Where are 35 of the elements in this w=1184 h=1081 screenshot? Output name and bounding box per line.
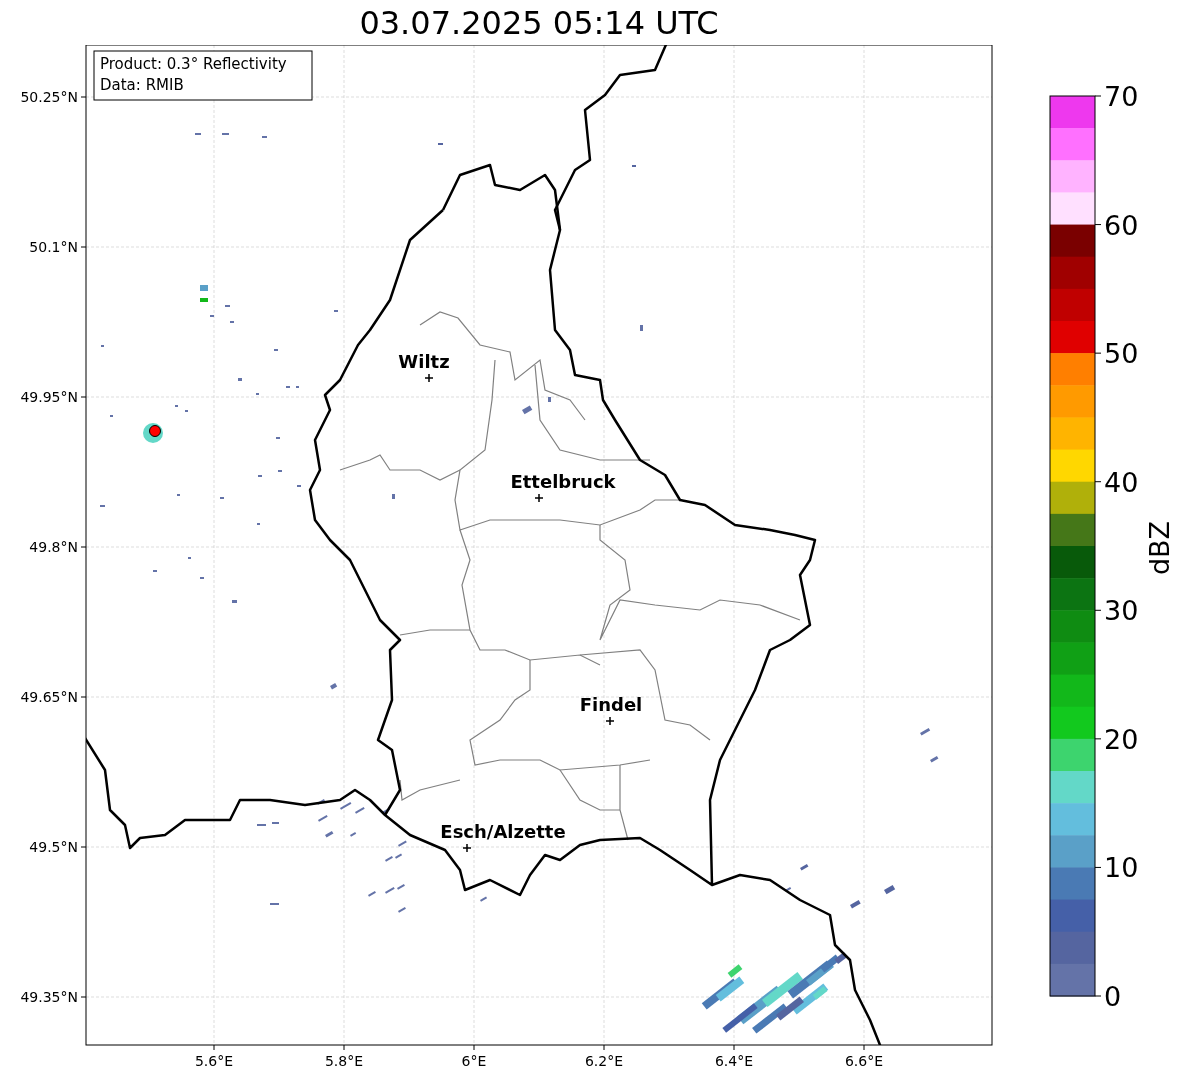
colorbar-tick-label: 50 [1104,338,1139,370]
tick-label: 6.4°E [714,1053,754,1069]
tick-label: 49.8°N [29,539,78,555]
colorbar-label: dBZ [1144,520,1175,576]
city-marker [424,373,434,383]
tick-label: 6.6°E [844,1053,884,1069]
colorbar-tick-label: 10 [1104,852,1139,884]
city-label: Esch/Alzette [440,821,566,842]
radar-site-marker [149,425,161,437]
info-text: Data: RMIB [100,76,184,94]
info-text: Product: 0.3° Reflectivity [100,55,287,73]
tick-label: 5.6°E [194,1053,234,1069]
city-marker [605,716,615,726]
colorbar-tick-label: 70 [1104,81,1139,112]
tick-label: 50.25°N [20,89,78,105]
tick-label: 49.95°N [20,389,78,405]
colorbar-tick-label: 60 [1104,209,1139,241]
tick-label: 49.5°N [29,839,78,855]
tick-label: 50.1°N [29,239,78,255]
city-label: Wiltz [398,351,450,372]
canton-boundary [399,779,461,801]
colorbar-tick-label: 0 [1104,981,1122,1012]
tick-label: 6°E [461,1053,487,1069]
city-label: Findel [579,694,643,715]
colorbar-tick-label: 20 [1104,723,1139,755]
tick-label: 5.8°E [324,1053,364,1069]
tick-label: 49.35°N [20,989,78,1005]
city-marker [462,843,472,853]
colorbar-tick-label: 40 [1104,466,1139,498]
city-label: Ettelbruck [510,471,616,492]
tick-label: 49.65°N [20,689,78,705]
chart-title: 03.07.2025 05:14 UTC [359,2,719,43]
city-marker [534,493,544,503]
colorbar-tick-label: 30 [1104,595,1139,627]
tick-label: 6.2°E [584,1053,624,1069]
